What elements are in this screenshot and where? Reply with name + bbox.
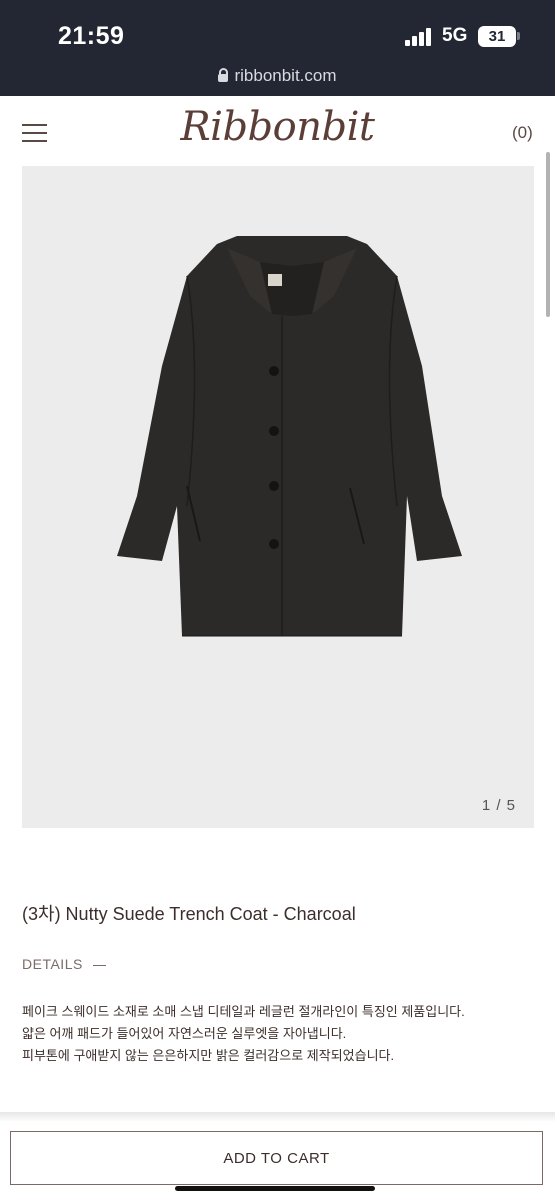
status-bar: 21:59 5G 31 ribbonbit.com (0, 0, 555, 96)
cart-count-link[interactable]: (0) (512, 123, 533, 143)
clock: 21:59 (58, 22, 125, 50)
site-logo[interactable]: Ribbonbit (0, 104, 555, 150)
battery-tip (517, 32, 520, 40)
details-toggle[interactable]: DETAILS (22, 956, 106, 972)
home-indicator[interactable] (175, 1186, 375, 1191)
battery-icon: 31 (478, 26, 516, 47)
collapse-dash-icon (92, 964, 106, 966)
product-title: (3차) Nutty Suede Trench Coat - Charcoal (22, 904, 356, 924)
address-bar[interactable]: ribbonbit.com (0, 66, 555, 86)
url-text: ribbonbit.com (234, 66, 337, 85)
coat-image (117, 236, 462, 637)
lock-icon (218, 68, 229, 82)
product-description: 페이크 스웨이드 소재로 소매 스냅 디테일과 레글런 절개라인이 특징인 제품… (22, 1001, 465, 1067)
network-type: 5G (442, 25, 468, 46)
description-line: 피부톤에 구애받지 않는 은은하지만 밝은 컬러감으로 제작되었습니다. (22, 1048, 395, 1063)
scrollbar[interactable] (546, 152, 550, 317)
add-to-cart-button[interactable]: ADD TO CART (10, 1131, 543, 1185)
image-counter: 1 / 5 (481, 797, 516, 814)
details-label: DETAILS (22, 956, 83, 972)
description-line: 페이크 스웨이드 소재로 소매 스냅 디테일과 레글런 절개라인이 특징인 제품… (22, 1004, 465, 1019)
product-image[interactable]: 1 / 5 (22, 166, 534, 828)
description-line: 얇은 어깨 패드가 들어있어 자연스러운 실루엣을 자아냅니다. (22, 1026, 347, 1041)
signal-icon (405, 28, 435, 46)
bottom-bar-shadow (0, 1112, 555, 1122)
